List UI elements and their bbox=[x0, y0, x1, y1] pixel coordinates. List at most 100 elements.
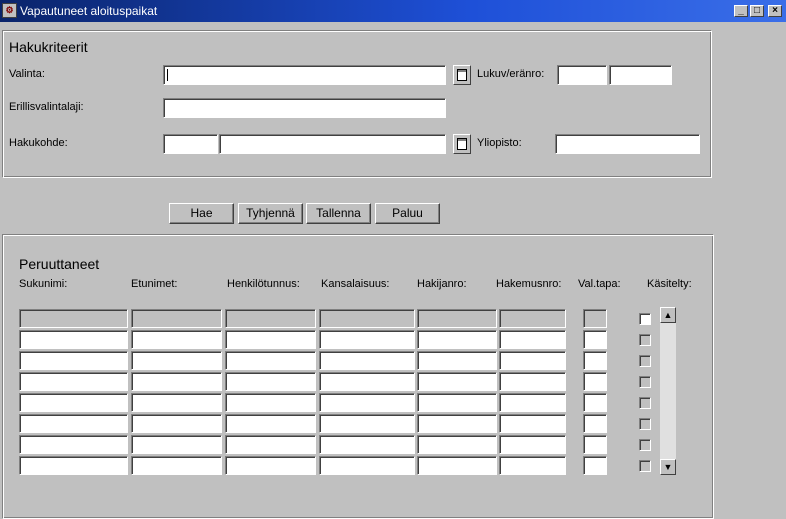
eranro-field[interactable] bbox=[609, 65, 672, 85]
cell-henkilotunnus[interactable] bbox=[225, 414, 316, 433]
cell-valtapa[interactable] bbox=[583, 309, 607, 328]
criteria-heading: Hakukriteerit bbox=[9, 39, 88, 55]
col-valtapa: Val.tapa: bbox=[578, 278, 621, 290]
tallenna-button[interactable]: Tallenna bbox=[306, 203, 371, 224]
hakukohde-name-field[interactable] bbox=[219, 134, 446, 154]
cell-sukunimi[interactable] bbox=[19, 414, 128, 433]
cell-valtapa[interactable] bbox=[583, 414, 607, 433]
kasitelty-checkbox[interactable] bbox=[639, 418, 651, 430]
cell-valtapa[interactable] bbox=[583, 393, 607, 412]
cell-henkilotunnus[interactable] bbox=[225, 393, 316, 412]
scroll-down-icon[interactable]: ▼ bbox=[660, 459, 676, 475]
valinta-lov-button[interactable] bbox=[453, 65, 471, 85]
cell-henkilotunnus[interactable] bbox=[225, 330, 316, 349]
cell-sukunimi[interactable] bbox=[19, 351, 128, 370]
col-etunimet: Etunimet: bbox=[131, 278, 178, 290]
kasitelty-checkbox[interactable] bbox=[639, 460, 651, 472]
cell-hakemusnro[interactable] bbox=[499, 309, 566, 328]
col-kasitelty: Käsitelty: bbox=[647, 278, 692, 290]
cell-henkilotunnus[interactable] bbox=[225, 309, 316, 328]
cell-kansalaisuus[interactable] bbox=[319, 393, 415, 412]
cell-kansalaisuus[interactable] bbox=[319, 414, 415, 433]
cell-sukunimi[interactable] bbox=[19, 435, 128, 454]
cell-hakijanro[interactable] bbox=[417, 456, 497, 475]
cell-hakemusnro[interactable] bbox=[499, 456, 566, 475]
cell-hakemusnro[interactable] bbox=[499, 393, 566, 412]
maximize-icon[interactable]: □ bbox=[750, 5, 764, 17]
cell-hakemusnro[interactable] bbox=[499, 351, 566, 370]
cell-sukunimi[interactable] bbox=[19, 393, 128, 412]
cell-etunimet[interactable] bbox=[131, 435, 222, 454]
cell-sukunimi[interactable] bbox=[19, 309, 128, 328]
cell-etunimet[interactable] bbox=[131, 372, 222, 391]
yliopisto-field[interactable] bbox=[555, 134, 700, 154]
cell-hakijanro[interactable] bbox=[417, 351, 497, 370]
clipboard-icon bbox=[457, 69, 467, 81]
window-title: Vapautuneet aloituspaikat bbox=[20, 4, 158, 18]
close-icon[interactable]: × bbox=[768, 5, 782, 17]
results-heading: Peruuttaneet bbox=[19, 256, 100, 272]
cell-etunimet[interactable] bbox=[131, 393, 222, 412]
cell-valtapa[interactable] bbox=[583, 372, 607, 391]
cell-kansalaisuus[interactable] bbox=[319, 330, 415, 349]
col-hakijanro: Hakijanro: bbox=[417, 278, 467, 290]
cell-hakijanro[interactable] bbox=[417, 393, 497, 412]
erillis-field[interactable] bbox=[163, 98, 446, 118]
col-kansalaisuus: Kansalaisuus: bbox=[321, 278, 390, 290]
cell-etunimet[interactable] bbox=[131, 414, 222, 433]
cell-hakemusnro[interactable] bbox=[499, 330, 566, 349]
kasitelty-checkbox[interactable] bbox=[639, 334, 651, 346]
cell-valtapa[interactable] bbox=[583, 456, 607, 475]
valinta-label: Valinta: bbox=[9, 68, 45, 80]
cell-hakijanro[interactable] bbox=[417, 309, 497, 328]
hakukohde-label: Hakukohde: bbox=[9, 137, 68, 149]
cell-hakijanro[interactable] bbox=[417, 435, 497, 454]
minimize-icon[interactable]: _ bbox=[734, 5, 748, 17]
cell-hakijanro[interactable] bbox=[417, 372, 497, 391]
scrollbar[interactable] bbox=[660, 307, 676, 475]
cell-sukunimi[interactable] bbox=[19, 372, 128, 391]
cell-valtapa[interactable] bbox=[583, 351, 607, 370]
hakukohde-lov-button[interactable] bbox=[453, 134, 471, 154]
cell-henkilotunnus[interactable] bbox=[225, 435, 316, 454]
cell-henkilotunnus[interactable] bbox=[225, 372, 316, 391]
cell-sukunimi[interactable] bbox=[19, 330, 128, 349]
col-sukunimi: Sukunimi: bbox=[19, 278, 68, 290]
kasitelty-checkbox[interactable] bbox=[639, 355, 651, 367]
scroll-up-icon[interactable]: ▲ bbox=[660, 307, 676, 323]
paluu-button[interactable]: Paluu bbox=[375, 203, 440, 224]
cell-etunimet[interactable] bbox=[131, 330, 222, 349]
cell-kansalaisuus[interactable] bbox=[319, 456, 415, 475]
kasitelty-checkbox[interactable] bbox=[639, 439, 651, 451]
cell-etunimet[interactable] bbox=[131, 309, 222, 328]
kasitelty-checkbox[interactable] bbox=[639, 376, 651, 388]
cell-sukunimi[interactable] bbox=[19, 456, 128, 475]
app-icon: ⚙ bbox=[2, 3, 17, 18]
hakukohde-code-field[interactable] bbox=[163, 134, 218, 154]
kasitelty-checkbox[interactable] bbox=[639, 397, 651, 409]
cell-valtapa[interactable] bbox=[583, 435, 607, 454]
col-henkilotunnus: Henkilötunnus: bbox=[227, 278, 300, 290]
cell-etunimet[interactable] bbox=[131, 351, 222, 370]
cell-kansalaisuus[interactable] bbox=[319, 435, 415, 454]
yliopisto-label: Yliopisto: bbox=[477, 137, 522, 149]
cell-hakijanro[interactable] bbox=[417, 330, 497, 349]
tyhjenna-button[interactable]: Tyhjennä bbox=[238, 203, 303, 224]
cell-hakemusnro[interactable] bbox=[499, 414, 566, 433]
cell-henkilotunnus[interactable] bbox=[225, 456, 316, 475]
cell-hakemusnro[interactable] bbox=[499, 435, 566, 454]
cell-henkilotunnus[interactable] bbox=[225, 351, 316, 370]
cell-kansalaisuus[interactable] bbox=[319, 309, 415, 328]
valinta-field[interactable] bbox=[163, 65, 446, 85]
cell-valtapa[interactable] bbox=[583, 330, 607, 349]
erillis-label: Erillisvalintalaji: bbox=[9, 101, 84, 113]
kasitelty-checkbox[interactable] bbox=[639, 313, 651, 325]
cell-etunimet[interactable] bbox=[131, 456, 222, 475]
cell-kansalaisuus[interactable] bbox=[319, 351, 415, 370]
lukuvuosi-field[interactable] bbox=[557, 65, 607, 85]
cell-hakemusnro[interactable] bbox=[499, 372, 566, 391]
cell-kansalaisuus[interactable] bbox=[319, 372, 415, 391]
hae-button[interactable]: Hae bbox=[169, 203, 234, 224]
cell-hakijanro[interactable] bbox=[417, 414, 497, 433]
col-hakemusnro: Hakemusnro: bbox=[496, 278, 562, 290]
